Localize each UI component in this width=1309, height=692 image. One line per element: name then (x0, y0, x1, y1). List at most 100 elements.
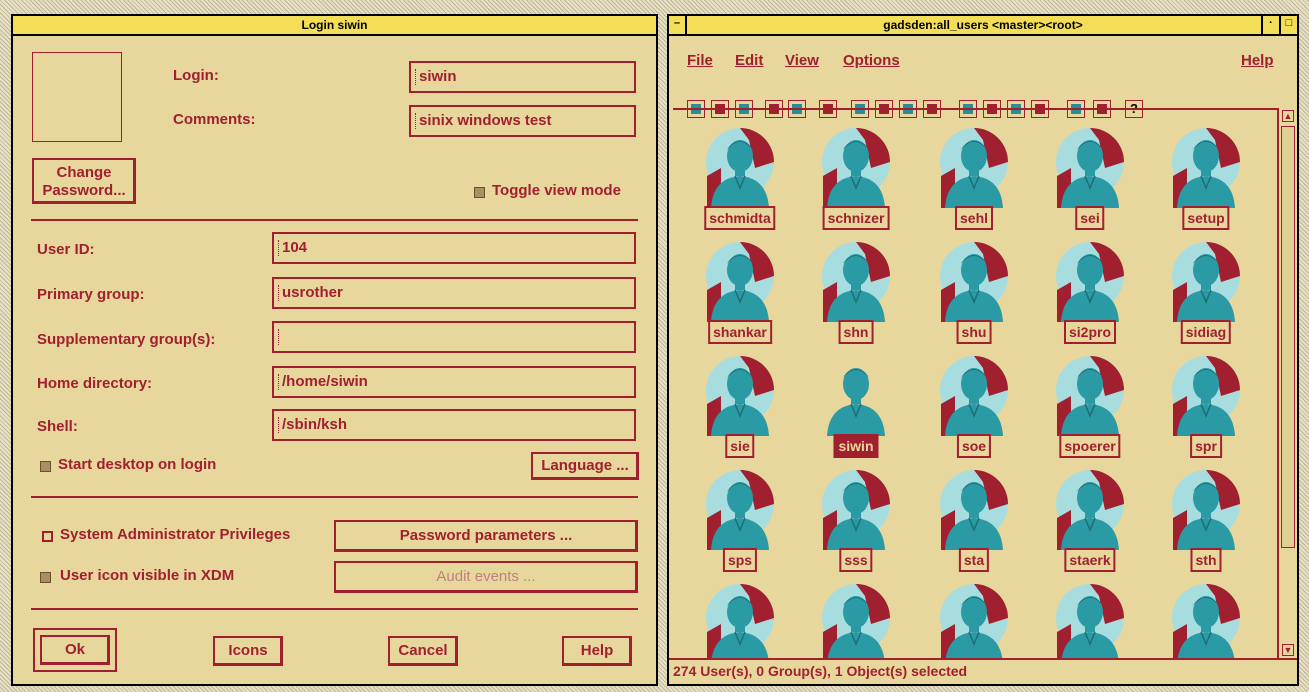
user-icon-label: schmidta (704, 206, 776, 230)
user-avatar-icon (822, 128, 890, 208)
user-icon-item[interactable]: schnizer (801, 122, 901, 234)
user-icon-item[interactable]: sie (685, 350, 785, 462)
sysadmin-label: System Administrator Privileges (60, 526, 291, 543)
toggle-view-checkbox[interactable] (474, 187, 485, 198)
user-avatar-icon (706, 242, 774, 322)
menu-help[interactable]: Help (1241, 52, 1274, 69)
home-directory-field[interactable]: /home/siwin (272, 366, 636, 398)
home-directory-label: Home directory: (37, 375, 153, 392)
user-icon-item[interactable]: schmidta (685, 122, 785, 234)
user-id-field[interactable]: 104 (272, 232, 636, 264)
primary-group-label: Primary group: (37, 286, 145, 303)
user-icon-label: sie (725, 434, 755, 458)
user-avatar-icon (940, 242, 1008, 322)
change-password-button[interactable]: Change Password... (32, 158, 136, 204)
user-avatar-icon (822, 242, 890, 322)
change-password-label-2: Password... (42, 182, 126, 199)
comments-label: Comments: (173, 111, 256, 128)
toggle-view-label: Toggle view mode (492, 182, 621, 199)
user-icon-item[interactable]: si2pro (1035, 236, 1135, 348)
user-icon-item[interactable]: shankar (685, 236, 785, 348)
user-icon-label: shankar (708, 320, 772, 344)
user-icon-label: sidiag (1180, 320, 1232, 344)
icons-button[interactable]: Icons (213, 636, 283, 666)
login-dialog: Login siwin Login: siwin Comments: sinix… (11, 14, 658, 686)
login-field[interactable]: siwin (409, 61, 636, 93)
user-id-label: User ID: (37, 241, 95, 258)
user-avatar-icon (1172, 128, 1240, 208)
user-icon-label: sth (1190, 548, 1222, 572)
language-button[interactable]: Language ... (531, 452, 639, 480)
user-icon-label: sss (839, 548, 873, 572)
password-parameters-button[interactable]: Password parameters ... (334, 520, 638, 552)
xdm-visible-label: User icon visible in XDM (60, 567, 235, 584)
user-avatar-icon (706, 470, 774, 550)
separator-2 (31, 496, 638, 498)
scroll-thumb[interactable] (1281, 126, 1295, 548)
user-icon-item[interactable]: setup (1151, 122, 1251, 234)
user-icon-item[interactable]: sei (1035, 122, 1135, 234)
menu-view[interactable]: View (785, 52, 819, 69)
user-avatar-icon (1056, 584, 1124, 664)
user-icon-item[interactable]: siwin (801, 350, 901, 462)
menu-edit[interactable]: Edit (735, 52, 763, 69)
user-avatar-icon (1056, 242, 1124, 322)
start-desktop-checkbox[interactable] (40, 461, 51, 472)
sysadmin-checkbox[interactable] (42, 531, 53, 542)
start-desktop-label: Start desktop on login (58, 456, 217, 473)
user-icon-label: sei (1075, 206, 1105, 230)
user-icon-label: sta (958, 548, 990, 572)
user-avatar-icon (706, 584, 774, 664)
user-icon-preview (32, 52, 122, 142)
user-icon-item[interactable]: sta (919, 464, 1019, 576)
icon-view-area: schmidta schnizer sehl sei setup shankar shn sh… (673, 108, 1277, 672)
window-menu-icon[interactable]: – (669, 16, 687, 34)
login-label: Login: (173, 67, 219, 84)
user-icon-item[interactable]: sss (801, 464, 901, 576)
minimize-icon[interactable]: · (1261, 16, 1279, 34)
supplementary-groups-field[interactable] (272, 321, 636, 353)
user-icon-item[interactable]: sidiag (1151, 236, 1251, 348)
maximize-icon[interactable]: □ (1279, 16, 1297, 34)
users-window: gadsden:all_users <master><root> – · □ F… (667, 14, 1299, 686)
user-icon-item[interactable]: sps (685, 464, 785, 576)
user-icon-label: sehl (954, 206, 994, 230)
user-avatar-icon (1172, 584, 1240, 664)
ok-button[interactable]: Ok (40, 635, 110, 665)
shell-field[interactable]: /sbin/ksh (272, 409, 636, 441)
help-button[interactable]: Help (562, 636, 632, 666)
cancel-button[interactable]: Cancel (388, 636, 458, 666)
users-window-titlebar: gadsden:all_users <master><root> (669, 16, 1297, 36)
user-icon-item[interactable]: soe (919, 350, 1019, 462)
audit-events-button[interactable]: Audit events ... (334, 561, 638, 593)
user-avatar-icon (1056, 356, 1124, 436)
primary-group-field[interactable]: usrother (272, 277, 636, 309)
vertical-scrollbar[interactable]: ▲ ▼ (1277, 108, 1297, 662)
user-avatar-icon (940, 128, 1008, 208)
user-icon-item[interactable]: spoerer (1035, 350, 1135, 462)
user-icon-label: shu (956, 320, 992, 344)
user-icon-grid: schmidta schnizer sehl sei setup shankar shn sh… (673, 110, 1273, 670)
comments-field[interactable]: sinix windows test (409, 105, 636, 137)
menu-options[interactable]: Options (843, 52, 900, 69)
scroll-up-arrow-icon[interactable]: ▲ (1282, 110, 1294, 122)
status-bar: 274 User(s), 0 Group(s), 1 Object(s) sel… (669, 658, 1297, 684)
user-icon-item[interactable]: shu (919, 236, 1019, 348)
user-icon-label: spoerer (1059, 434, 1121, 458)
user-icon-item[interactable]: shn (801, 236, 901, 348)
user-icon-item[interactable]: staerk (1035, 464, 1135, 576)
user-avatar-icon (1172, 242, 1240, 322)
user-avatar-icon (940, 584, 1008, 664)
user-icon-label: si2pro (1063, 320, 1117, 344)
xdm-visible-checkbox[interactable] (40, 572, 51, 583)
user-icon-label: shn (838, 320, 874, 344)
user-avatar-icon (1056, 470, 1124, 550)
user-icon-label: sps (722, 548, 758, 572)
user-avatar-icon (1056, 128, 1124, 208)
menu-file[interactable]: File (687, 52, 713, 69)
user-icon-item[interactable]: sth (1151, 464, 1251, 576)
user-icon-label: siwin (833, 434, 879, 458)
user-icon-item[interactable]: sehl (919, 122, 1019, 234)
user-icon-item[interactable]: spr (1151, 350, 1251, 462)
scroll-down-arrow-icon[interactable]: ▼ (1282, 644, 1294, 656)
